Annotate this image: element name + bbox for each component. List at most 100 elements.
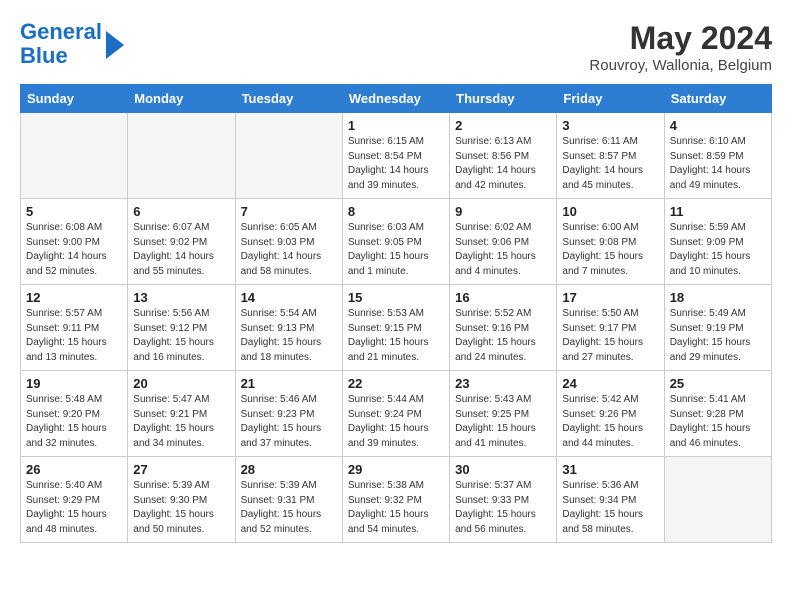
column-header-wednesday: Wednesday (342, 85, 449, 113)
day-info: Sunrise: 6:03 AMSunset: 9:05 PMDaylight:… (348, 221, 444, 279)
day-cell: 28Sunrise: 5:39 AMSunset: 9:31 PMDayligh… (235, 457, 342, 543)
title-block: May 2024 Rouvroy, Wallonia, Belgium (589, 20, 772, 74)
day-cell: 25 Sunrise: 5:41 AMSunset: 9:28 PMDayligh… (664, 371, 771, 457)
column-header-tuesday: Tuesday (235, 85, 342, 113)
day-cell: 5 Sunrise: 6:08 AMSunset: 9:00 PMDaylight… (21, 199, 128, 285)
day-number: 14 (241, 290, 337, 305)
day-cell: 23 Sunrise: 5:43 AMSunset: 9:25 PMDayligh… (450, 371, 557, 457)
day-number: 6 (133, 204, 229, 219)
day-number: 12 (26, 290, 122, 305)
day-cell: 31 Sunrise: 5:36 AMSunset: 9:34 PMDayligh… (557, 457, 664, 543)
day-cell (664, 457, 771, 543)
day-number: 26 (26, 462, 122, 477)
day-info: Sunrise: 6:08 AMSunset: 9:00 PMDaylight:… (26, 221, 122, 279)
logo-arrow-icon (106, 31, 124, 59)
day-info: Sunrise: 5:57 AMSunset: 9:11 PMDaylight:… (26, 307, 122, 365)
day-info: Sunrise: 5:53 AMSunset: 9:15 PMDaylight:… (348, 307, 444, 365)
day-number: 25 (670, 376, 766, 391)
day-info: Sunrise: 5:50 AMSunset: 9:17 PMDaylight:… (562, 307, 658, 365)
day-info: Sunrise: 5:48 AMSunset: 9:20 PMDaylight:… (26, 393, 122, 451)
day-info: Sunrise: 6:07 AMSunset: 9:02 PMDaylight:… (133, 221, 229, 279)
day-cell: 2Sunrise: 6:13 AMSunset: 8:56 PMDaylight… (450, 113, 557, 199)
day-info: Sunrise: 6:05 AMSunset: 9:03 PMDaylight:… (241, 221, 337, 279)
day-cell: 13 Sunrise: 5:56 AMSunset: 9:12 PMDayligh… (128, 285, 235, 371)
day-info: Sunrise: 6:10 AMSunset: 8:59 PMDaylight:… (670, 135, 766, 193)
day-info: Sunrise: 5:41 AMSunset: 9:28 PMDaylight:… (670, 393, 766, 451)
day-info: Sunrise: 5:43 AMSunset: 9:25 PMDaylight:… (455, 393, 551, 451)
day-number: 24 (562, 376, 658, 391)
logo-line2: Blue (20, 43, 68, 68)
day-info: Sunrise: 5:46 AMSunset: 9:23 PMDaylight:… (241, 393, 337, 451)
column-header-saturday: Saturday (664, 85, 771, 113)
week-row-1: 1 Sunrise: 6:15 AMSunset: 8:54 PMDaylight… (21, 113, 772, 199)
day-cell: 8 Sunrise: 6:03 AMSunset: 9:05 PMDaylight… (342, 199, 449, 285)
day-info: Sunrise: 5:36 AMSunset: 9:34 PMDaylight:… (562, 479, 658, 537)
day-number: 16 (455, 290, 551, 305)
day-cell: 12 Sunrise: 5:57 AMSunset: 9:11 PMDayligh… (21, 285, 128, 371)
day-cell: 9Sunrise: 6:02 AMSunset: 9:06 PMDaylight… (450, 199, 557, 285)
day-info: Sunrise: 5:59 AMSunset: 9:09 PMDaylight:… (670, 221, 766, 279)
day-info: Sunrise: 6:11 AMSunset: 8:57 PMDaylight:… (562, 135, 658, 193)
logo-text: General Blue (20, 20, 102, 68)
day-info: Sunrise: 6:00 AMSunset: 9:08 PMDaylight:… (562, 221, 658, 279)
day-cell: 17 Sunrise: 5:50 AMSunset: 9:17 PMDayligh… (557, 285, 664, 371)
page-header: General Blue May 2024 Rouvroy, Wallonia,… (20, 20, 772, 74)
day-number: 31 (562, 462, 658, 477)
day-number: 3 (562, 118, 658, 133)
day-info: Sunrise: 5:42 AMSunset: 9:26 PMDaylight:… (562, 393, 658, 451)
day-info: Sunrise: 5:52 AMSunset: 9:16 PMDaylight:… (455, 307, 551, 365)
day-cell: 26 Sunrise: 5:40 AMSunset: 9:29 PMDayligh… (21, 457, 128, 543)
day-number: 9 (455, 204, 551, 219)
column-header-friday: Friday (557, 85, 664, 113)
header-row: SundayMondayTuesdayWednesdayThursdayFrid… (21, 85, 772, 113)
day-cell: 14Sunrise: 5:54 AMSunset: 9:13 PMDayligh… (235, 285, 342, 371)
column-header-monday: Monday (128, 85, 235, 113)
day-info: Sunrise: 5:49 AMSunset: 9:19 PMDaylight:… (670, 307, 766, 365)
day-info: Sunrise: 5:39 AMSunset: 9:31 PMDaylight:… (241, 479, 337, 537)
day-cell: 27 Sunrise: 5:39 AMSunset: 9:30 PMDayligh… (128, 457, 235, 543)
day-number: 23 (455, 376, 551, 391)
week-row-2: 5 Sunrise: 6:08 AMSunset: 9:00 PMDaylight… (21, 199, 772, 285)
day-cell (128, 113, 235, 199)
day-number: 2 (455, 118, 551, 133)
day-cell: 20 Sunrise: 5:47 AMSunset: 9:21 PMDayligh… (128, 371, 235, 457)
day-info: Sunrise: 5:38 AMSunset: 9:32 PMDaylight:… (348, 479, 444, 537)
day-cell: 16 Sunrise: 5:52 AMSunset: 9:16 PMDayligh… (450, 285, 557, 371)
logo-line1: General (20, 19, 102, 44)
day-cell: 22 Sunrise: 5:44 AMSunset: 9:24 PMDayligh… (342, 371, 449, 457)
day-number: 18 (670, 290, 766, 305)
day-cell: 7Sunrise: 6:05 AMSunset: 9:03 PMDaylight… (235, 199, 342, 285)
day-cell: 15Sunrise: 5:53 AMSunset: 9:15 PMDayligh… (342, 285, 449, 371)
day-info: Sunrise: 6:15 AMSunset: 8:54 PMDaylight:… (348, 135, 444, 193)
day-info: Sunrise: 5:47 AMSunset: 9:21 PMDaylight:… (133, 393, 229, 451)
day-cell: 24 Sunrise: 5:42 AMSunset: 9:26 PMDayligh… (557, 371, 664, 457)
day-cell: 30Sunrise: 5:37 AMSunset: 9:33 PMDayligh… (450, 457, 557, 543)
day-number: 30 (455, 462, 551, 477)
week-row-5: 26 Sunrise: 5:40 AMSunset: 9:29 PMDayligh… (21, 457, 772, 543)
day-cell: 10Sunrise: 6:00 AMSunset: 9:08 PMDayligh… (557, 199, 664, 285)
day-info: Sunrise: 5:44 AMSunset: 9:24 PMDaylight:… (348, 393, 444, 451)
day-number: 19 (26, 376, 122, 391)
day-number: 22 (348, 376, 444, 391)
day-number: 17 (562, 290, 658, 305)
location-text: Rouvroy, Wallonia, Belgium (589, 57, 772, 74)
week-row-3: 12 Sunrise: 5:57 AMSunset: 9:11 PMDayligh… (21, 285, 772, 371)
day-number: 27 (133, 462, 229, 477)
day-number: 8 (348, 204, 444, 219)
day-number: 20 (133, 376, 229, 391)
day-number: 13 (133, 290, 229, 305)
day-number: 29 (348, 462, 444, 477)
calendar-table: SundayMondayTuesdayWednesdayThursdayFrid… (20, 84, 772, 543)
day-cell (235, 113, 342, 199)
logo: General Blue (20, 20, 124, 68)
day-cell: 11 Sunrise: 5:59 AMSunset: 9:09 PMDayligh… (664, 199, 771, 285)
day-number: 5 (26, 204, 122, 219)
day-cell (21, 113, 128, 199)
day-info: Sunrise: 5:39 AMSunset: 9:30 PMDaylight:… (133, 479, 229, 537)
day-number: 1 (348, 118, 444, 133)
month-title: May 2024 (589, 20, 772, 57)
day-number: 11 (670, 204, 766, 219)
column-header-thursday: Thursday (450, 85, 557, 113)
day-info: Sunrise: 5:40 AMSunset: 9:29 PMDaylight:… (26, 479, 122, 537)
day-info: Sunrise: 5:56 AMSunset: 9:12 PMDaylight:… (133, 307, 229, 365)
